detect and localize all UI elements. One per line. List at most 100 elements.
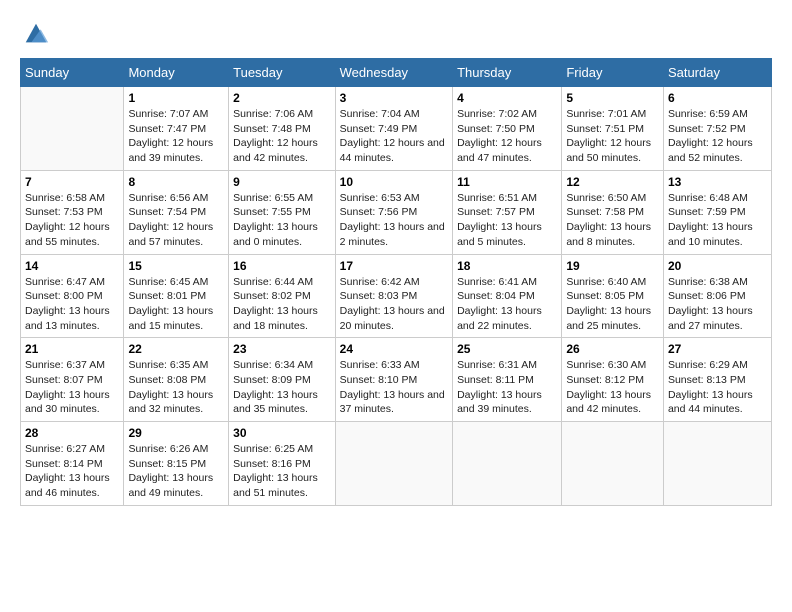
day-info: Sunrise: 6:45 AMSunset: 8:01 PMDaylight:… [128,275,224,334]
day-info: Sunrise: 6:25 AMSunset: 8:16 PMDaylight:… [233,442,331,501]
day-number: 19 [566,259,659,273]
day-info: Sunrise: 6:53 AMSunset: 7:56 PMDaylight:… [340,191,448,250]
day-number: 13 [668,175,767,189]
header-day-thursday: Thursday [453,59,562,87]
day-number: 9 [233,175,331,189]
day-info: Sunrise: 6:48 AMSunset: 7:59 PMDaylight:… [668,191,767,250]
day-number: 5 [566,91,659,105]
day-number: 2 [233,91,331,105]
week-row-2: 7 Sunrise: 6:58 AMSunset: 7:53 PMDayligh… [21,170,772,254]
calendar-cell: 2 Sunrise: 7:06 AMSunset: 7:48 PMDayligh… [229,87,336,171]
day-number: 23 [233,342,331,356]
day-info: Sunrise: 6:47 AMSunset: 8:00 PMDaylight:… [25,275,119,334]
day-info: Sunrise: 6:58 AMSunset: 7:53 PMDaylight:… [25,191,119,250]
calendar-cell [562,422,664,506]
day-info: Sunrise: 6:59 AMSunset: 7:52 PMDaylight:… [668,107,767,166]
calendar-cell: 4 Sunrise: 7:02 AMSunset: 7:50 PMDayligh… [453,87,562,171]
calendar-cell: 23 Sunrise: 6:34 AMSunset: 8:09 PMDaylig… [229,338,336,422]
day-number: 4 [457,91,557,105]
calendar-cell: 21 Sunrise: 6:37 AMSunset: 8:07 PMDaylig… [21,338,124,422]
calendar-table: SundayMondayTuesdayWednesdayThursdayFrid… [20,58,772,506]
week-row-4: 21 Sunrise: 6:37 AMSunset: 8:07 PMDaylig… [21,338,772,422]
calendar-cell [21,87,124,171]
day-info: Sunrise: 6:44 AMSunset: 8:02 PMDaylight:… [233,275,331,334]
page-header [20,20,772,48]
day-number: 6 [668,91,767,105]
day-info: Sunrise: 6:51 AMSunset: 7:57 PMDaylight:… [457,191,557,250]
day-number: 18 [457,259,557,273]
day-number: 28 [25,426,119,440]
day-info: Sunrise: 6:42 AMSunset: 8:03 PMDaylight:… [340,275,448,334]
day-number: 3 [340,91,448,105]
header-day-friday: Friday [562,59,664,87]
day-number: 14 [25,259,119,273]
day-number: 20 [668,259,767,273]
day-info: Sunrise: 6:55 AMSunset: 7:55 PMDaylight:… [233,191,331,250]
day-info: Sunrise: 6:33 AMSunset: 8:10 PMDaylight:… [340,358,448,417]
day-number: 15 [128,259,224,273]
day-info: Sunrise: 6:30 AMSunset: 8:12 PMDaylight:… [566,358,659,417]
day-info: Sunrise: 6:31 AMSunset: 8:11 PMDaylight:… [457,358,557,417]
header-day-wednesday: Wednesday [335,59,452,87]
day-info: Sunrise: 7:01 AMSunset: 7:51 PMDaylight:… [566,107,659,166]
day-number: 11 [457,175,557,189]
day-info: Sunrise: 6:34 AMSunset: 8:09 PMDaylight:… [233,358,331,417]
calendar-cell [335,422,452,506]
calendar-cell: 10 Sunrise: 6:53 AMSunset: 7:56 PMDaylig… [335,170,452,254]
day-info: Sunrise: 6:35 AMSunset: 8:08 PMDaylight:… [128,358,224,417]
day-number: 21 [25,342,119,356]
day-info: Sunrise: 6:38 AMSunset: 8:06 PMDaylight:… [668,275,767,334]
day-number: 16 [233,259,331,273]
header-row: SundayMondayTuesdayWednesdayThursdayFrid… [21,59,772,87]
calendar-cell: 20 Sunrise: 6:38 AMSunset: 8:06 PMDaylig… [663,254,771,338]
day-number: 24 [340,342,448,356]
day-number: 10 [340,175,448,189]
day-number: 22 [128,342,224,356]
calendar-cell: 11 Sunrise: 6:51 AMSunset: 7:57 PMDaylig… [453,170,562,254]
day-info: Sunrise: 6:29 AMSunset: 8:13 PMDaylight:… [668,358,767,417]
week-row-1: 1 Sunrise: 7:07 AMSunset: 7:47 PMDayligh… [21,87,772,171]
logo [20,20,50,48]
header-day-saturday: Saturday [663,59,771,87]
day-number: 26 [566,342,659,356]
calendar-cell: 6 Sunrise: 6:59 AMSunset: 7:52 PMDayligh… [663,87,771,171]
calendar-cell: 30 Sunrise: 6:25 AMSunset: 8:16 PMDaylig… [229,422,336,506]
calendar-cell: 7 Sunrise: 6:58 AMSunset: 7:53 PMDayligh… [21,170,124,254]
calendar-cell: 15 Sunrise: 6:45 AMSunset: 8:01 PMDaylig… [124,254,229,338]
day-number: 17 [340,259,448,273]
day-info: Sunrise: 6:50 AMSunset: 7:58 PMDaylight:… [566,191,659,250]
day-info: Sunrise: 6:37 AMSunset: 8:07 PMDaylight:… [25,358,119,417]
calendar-cell: 26 Sunrise: 6:30 AMSunset: 8:12 PMDaylig… [562,338,664,422]
header-day-tuesday: Tuesday [229,59,336,87]
calendar-body: 1 Sunrise: 7:07 AMSunset: 7:47 PMDayligh… [21,87,772,506]
calendar-cell: 19 Sunrise: 6:40 AMSunset: 8:05 PMDaylig… [562,254,664,338]
week-row-5: 28 Sunrise: 6:27 AMSunset: 8:14 PMDaylig… [21,422,772,506]
calendar-cell: 13 Sunrise: 6:48 AMSunset: 7:59 PMDaylig… [663,170,771,254]
day-info: Sunrise: 6:41 AMSunset: 8:04 PMDaylight:… [457,275,557,334]
calendar-header: SundayMondayTuesdayWednesdayThursdayFrid… [21,59,772,87]
day-number: 30 [233,426,331,440]
calendar-cell: 17 Sunrise: 6:42 AMSunset: 8:03 PMDaylig… [335,254,452,338]
calendar-cell: 22 Sunrise: 6:35 AMSunset: 8:08 PMDaylig… [124,338,229,422]
header-day-monday: Monday [124,59,229,87]
header-day-sunday: Sunday [21,59,124,87]
calendar-cell: 27 Sunrise: 6:29 AMSunset: 8:13 PMDaylig… [663,338,771,422]
day-number: 25 [457,342,557,356]
day-info: Sunrise: 6:56 AMSunset: 7:54 PMDaylight:… [128,191,224,250]
calendar-cell: 18 Sunrise: 6:41 AMSunset: 8:04 PMDaylig… [453,254,562,338]
calendar-cell: 3 Sunrise: 7:04 AMSunset: 7:49 PMDayligh… [335,87,452,171]
calendar-cell: 28 Sunrise: 6:27 AMSunset: 8:14 PMDaylig… [21,422,124,506]
logo-icon [22,20,50,48]
day-number: 8 [128,175,224,189]
day-number: 27 [668,342,767,356]
calendar-cell: 29 Sunrise: 6:26 AMSunset: 8:15 PMDaylig… [124,422,229,506]
calendar-cell: 16 Sunrise: 6:44 AMSunset: 8:02 PMDaylig… [229,254,336,338]
calendar-cell: 14 Sunrise: 6:47 AMSunset: 8:00 PMDaylig… [21,254,124,338]
day-info: Sunrise: 7:04 AMSunset: 7:49 PMDaylight:… [340,107,448,166]
calendar-cell: 8 Sunrise: 6:56 AMSunset: 7:54 PMDayligh… [124,170,229,254]
calendar-cell [453,422,562,506]
week-row-3: 14 Sunrise: 6:47 AMSunset: 8:00 PMDaylig… [21,254,772,338]
calendar-cell [663,422,771,506]
day-number: 29 [128,426,224,440]
calendar-cell: 9 Sunrise: 6:55 AMSunset: 7:55 PMDayligh… [229,170,336,254]
